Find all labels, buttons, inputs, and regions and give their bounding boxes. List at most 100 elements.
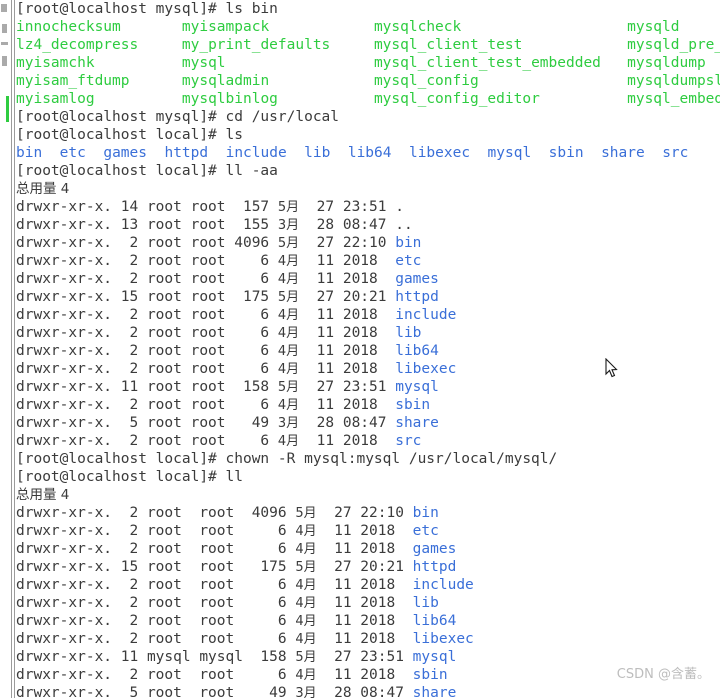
listing-meta: drwxr-xr-x. 2 root root 6 <box>16 667 296 683</box>
listing-month: 4月 <box>295 542 317 557</box>
listing-month: 3月 <box>295 686 317 698</box>
ll-aa-row-6: drwxr-xr-x. 2 root root 6 4月 11 2018 inc… <box>16 306 720 324</box>
listing-date: 27 22:10 <box>316 505 413 521</box>
listing-name: httpd <box>395 289 439 305</box>
listing-meta: drwxr-xr-x. 2 root root 6 <box>16 595 296 611</box>
listing-name: libexec <box>412 631 474 647</box>
ls-gap <box>147 145 164 161</box>
shell-prompt: [root@localhost mysql]# <box>16 1 226 17</box>
terminal-window: [root@localhost mysql]# ls bin innochecks… <box>0 0 720 698</box>
terminal-output[interactable]: [root@localhost mysql]# ls bin innochecks… <box>16 0 720 698</box>
listing-date: 11 2018 <box>316 613 413 629</box>
ll-aa-row-13: drwxr-xr-x. 2 root root 6 4月 11 2018 src <box>16 432 720 450</box>
ls-gap <box>531 145 548 161</box>
listing-meta: drwxr-xr-x. 2 root root 6 <box>16 397 278 413</box>
command-line-cd: [root@localhost mysql]# cd /usr/local <box>16 108 720 126</box>
bin-entry: myisampack <box>181 19 374 35</box>
listing-name: src <box>395 433 422 449</box>
listing-meta: drwxr-xr-x. 2 root root 6 <box>16 271 278 287</box>
ls-entry: lib64 <box>347 145 392 161</box>
listing-month: 4月 <box>295 578 317 593</box>
bin-entry: myisamlog <box>16 91 182 107</box>
listing-date: 11 2018 <box>316 631 413 647</box>
bin-entry: innochecksum <box>16 19 182 35</box>
ll-row-1: drwxr-xr-x. 2 root root 6 4月 11 2018 etc <box>16 522 720 540</box>
listing-meta: drwxr-xr-x. 2 root root 6 <box>16 541 296 557</box>
listing-meta: drwxr-xr-x. 5 root root 49 <box>16 685 296 698</box>
ll-row-2: drwxr-xr-x. 2 root root 6 4月 11 2018 gam… <box>16 540 720 558</box>
listing-date: 11 2018 <box>299 343 396 359</box>
listing-date: 11 2018 <box>299 397 396 413</box>
ls-gap <box>330 145 347 161</box>
ll-aa-row-2: drwxr-xr-x. 2 root root 4096 5月 27 22:10… <box>16 234 720 252</box>
listing-meta: drwxr-xr-x. 2 root root 6 <box>16 253 278 269</box>
listing-meta: drwxr-xr-x. 2 root root 6 <box>16 577 296 593</box>
listing-name: bin <box>395 235 422 251</box>
listing-name: mysql <box>395 379 439 395</box>
bin-entry: myisamchk <box>16 55 182 71</box>
bin-entry: my_print_defaults <box>181 37 374 53</box>
ll-row-10: drwxr-xr-x. 5 root root 49 3月 28 08:47 s… <box>16 684 720 698</box>
listing-month: 4月 <box>277 344 300 359</box>
listing-date: 11 2018 <box>316 541 413 557</box>
listing-date: 28 08:47 <box>316 685 413 698</box>
listing-month: 4月 <box>277 308 300 323</box>
listing-date: 11 2018 <box>299 253 396 269</box>
ll-aa-row-7: drwxr-xr-x. 2 root root 6 4月 11 2018 lib <box>16 324 720 342</box>
listing-date: 11 2018 <box>316 523 413 539</box>
listing-date: 11 2018 <box>316 577 413 593</box>
shell-prompt: [root@localhost local]# <box>16 163 226 179</box>
listing-name: . <box>395 199 404 215</box>
listing-date: 27 23:51 <box>299 199 396 215</box>
ls-entry: mysql <box>487 145 532 161</box>
ll-aa-row-3: drwxr-xr-x. 2 root root 6 4月 11 2018 etc <box>16 252 720 270</box>
ll-aa-row-4: drwxr-xr-x. 2 root root 6 4月 11 2018 gam… <box>16 270 720 288</box>
bin-entry: mysqld <box>627 19 680 35</box>
window-divider-outer <box>11 0 12 698</box>
command-line-ls-bin: [root@localhost mysql]# ls bin <box>16 0 720 18</box>
listing-month: 5月 <box>277 290 300 305</box>
listing-month: 3月 <box>277 218 300 233</box>
listing-meta: drwxr-xr-x. 2 root root 6 <box>16 433 278 449</box>
bin-entry: mysqlbinlog <box>181 91 374 107</box>
shell-command: cd /usr/local <box>225 109 340 125</box>
listing-date: 11 2018 <box>316 595 413 611</box>
listing-date: 27 23:51 <box>299 379 396 395</box>
listing-name: bin <box>412 505 439 521</box>
listing-meta: drwxr-xr-x. 2 root root 4096 <box>16 235 278 251</box>
ll-row-7: drwxr-xr-x. 2 root root 6 4月 11 2018 lib… <box>16 630 720 648</box>
ls-gap <box>470 145 487 161</box>
listing-meta: drwxr-xr-x. 5 root root 49 <box>16 415 278 431</box>
listing-month: 4月 <box>277 362 300 377</box>
bin-entry: lz4_decompress <box>16 37 182 53</box>
bin-entry: mysqlcheck <box>373 19 628 35</box>
listing-name: lib64 <box>412 613 457 629</box>
listing-month: 4月 <box>295 668 317 683</box>
listing-date: 11 2018 <box>316 667 413 683</box>
listing-name: lib <box>395 325 422 341</box>
listing-meta: drwxr-xr-x. 2 root root 6 <box>16 307 278 323</box>
listing-meta: drwxr-xr-x. 15 root root 175 <box>16 559 296 575</box>
listing-meta: drwxr-xr-x. 11 root root 158 <box>16 379 278 395</box>
listing-date: 27 20:21 <box>316 559 413 575</box>
listing-date: 28 08:47 <box>299 217 396 233</box>
listing-name: games <box>395 271 439 287</box>
listing-meta: drwxr-xr-x. 14 root root 157 <box>16 199 278 215</box>
listing-date: 27 22:10 <box>299 235 396 251</box>
ls-output-row: bin etc games httpd include lib lib64 li… <box>16 144 720 162</box>
csdn-watermark: CSDN @含蓄。 <box>616 667 710 682</box>
ll-aa-row-11: drwxr-xr-x. 2 root root 6 4月 11 2018 sbi… <box>16 396 720 414</box>
listing-month: 4月 <box>277 254 300 269</box>
ll-aa-row-5: drwxr-xr-x. 15 root root 175 5月 27 20:21… <box>16 288 720 306</box>
listing-month: 5月 <box>295 506 317 521</box>
listing-date: 11 2018 <box>299 325 396 341</box>
ll-row-5: drwxr-xr-x. 2 root root 6 4月 11 2018 lib <box>16 594 720 612</box>
ls-entry: src <box>662 145 689 161</box>
bin-entry: mysql_client_test <box>373 37 628 53</box>
listing-name: include <box>395 307 457 323</box>
command-line-ls: [root@localhost local]# ls <box>16 126 720 144</box>
listing-meta: drwxr-xr-x. 2 root root 6 <box>16 325 278 341</box>
listing-month: 5月 <box>295 650 317 665</box>
ll-row-3: drwxr-xr-x. 15 root root 175 5月 27 20:21… <box>16 558 720 576</box>
ll-aa-row-1: drwxr-xr-x. 13 root root 155 3月 28 08:47… <box>16 216 720 234</box>
